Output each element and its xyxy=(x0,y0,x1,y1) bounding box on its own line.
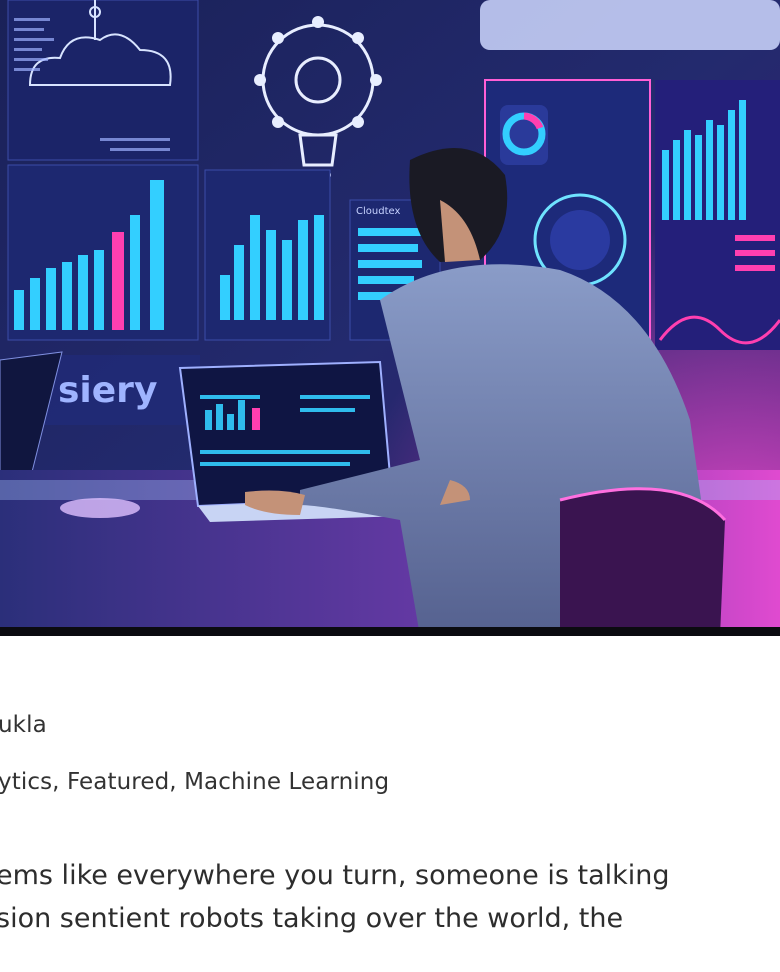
screen-label-cloud: Cloudtex xyxy=(356,206,400,217)
featured-image: Cloudtex siery xyxy=(0,0,780,636)
screen-label-siery: siery xyxy=(58,370,157,411)
excerpt-line: ems like everywhere you turn, someone is… xyxy=(0,860,670,891)
post-excerpt: ems like everywhere you turn, someone is… xyxy=(0,854,780,940)
post-author[interactable]: ukla xyxy=(0,712,47,738)
post-categories[interactable]: ytics, Featured, Machine Learning xyxy=(0,769,389,795)
excerpt-line: sion sentient robots taking over the wor… xyxy=(0,903,624,934)
